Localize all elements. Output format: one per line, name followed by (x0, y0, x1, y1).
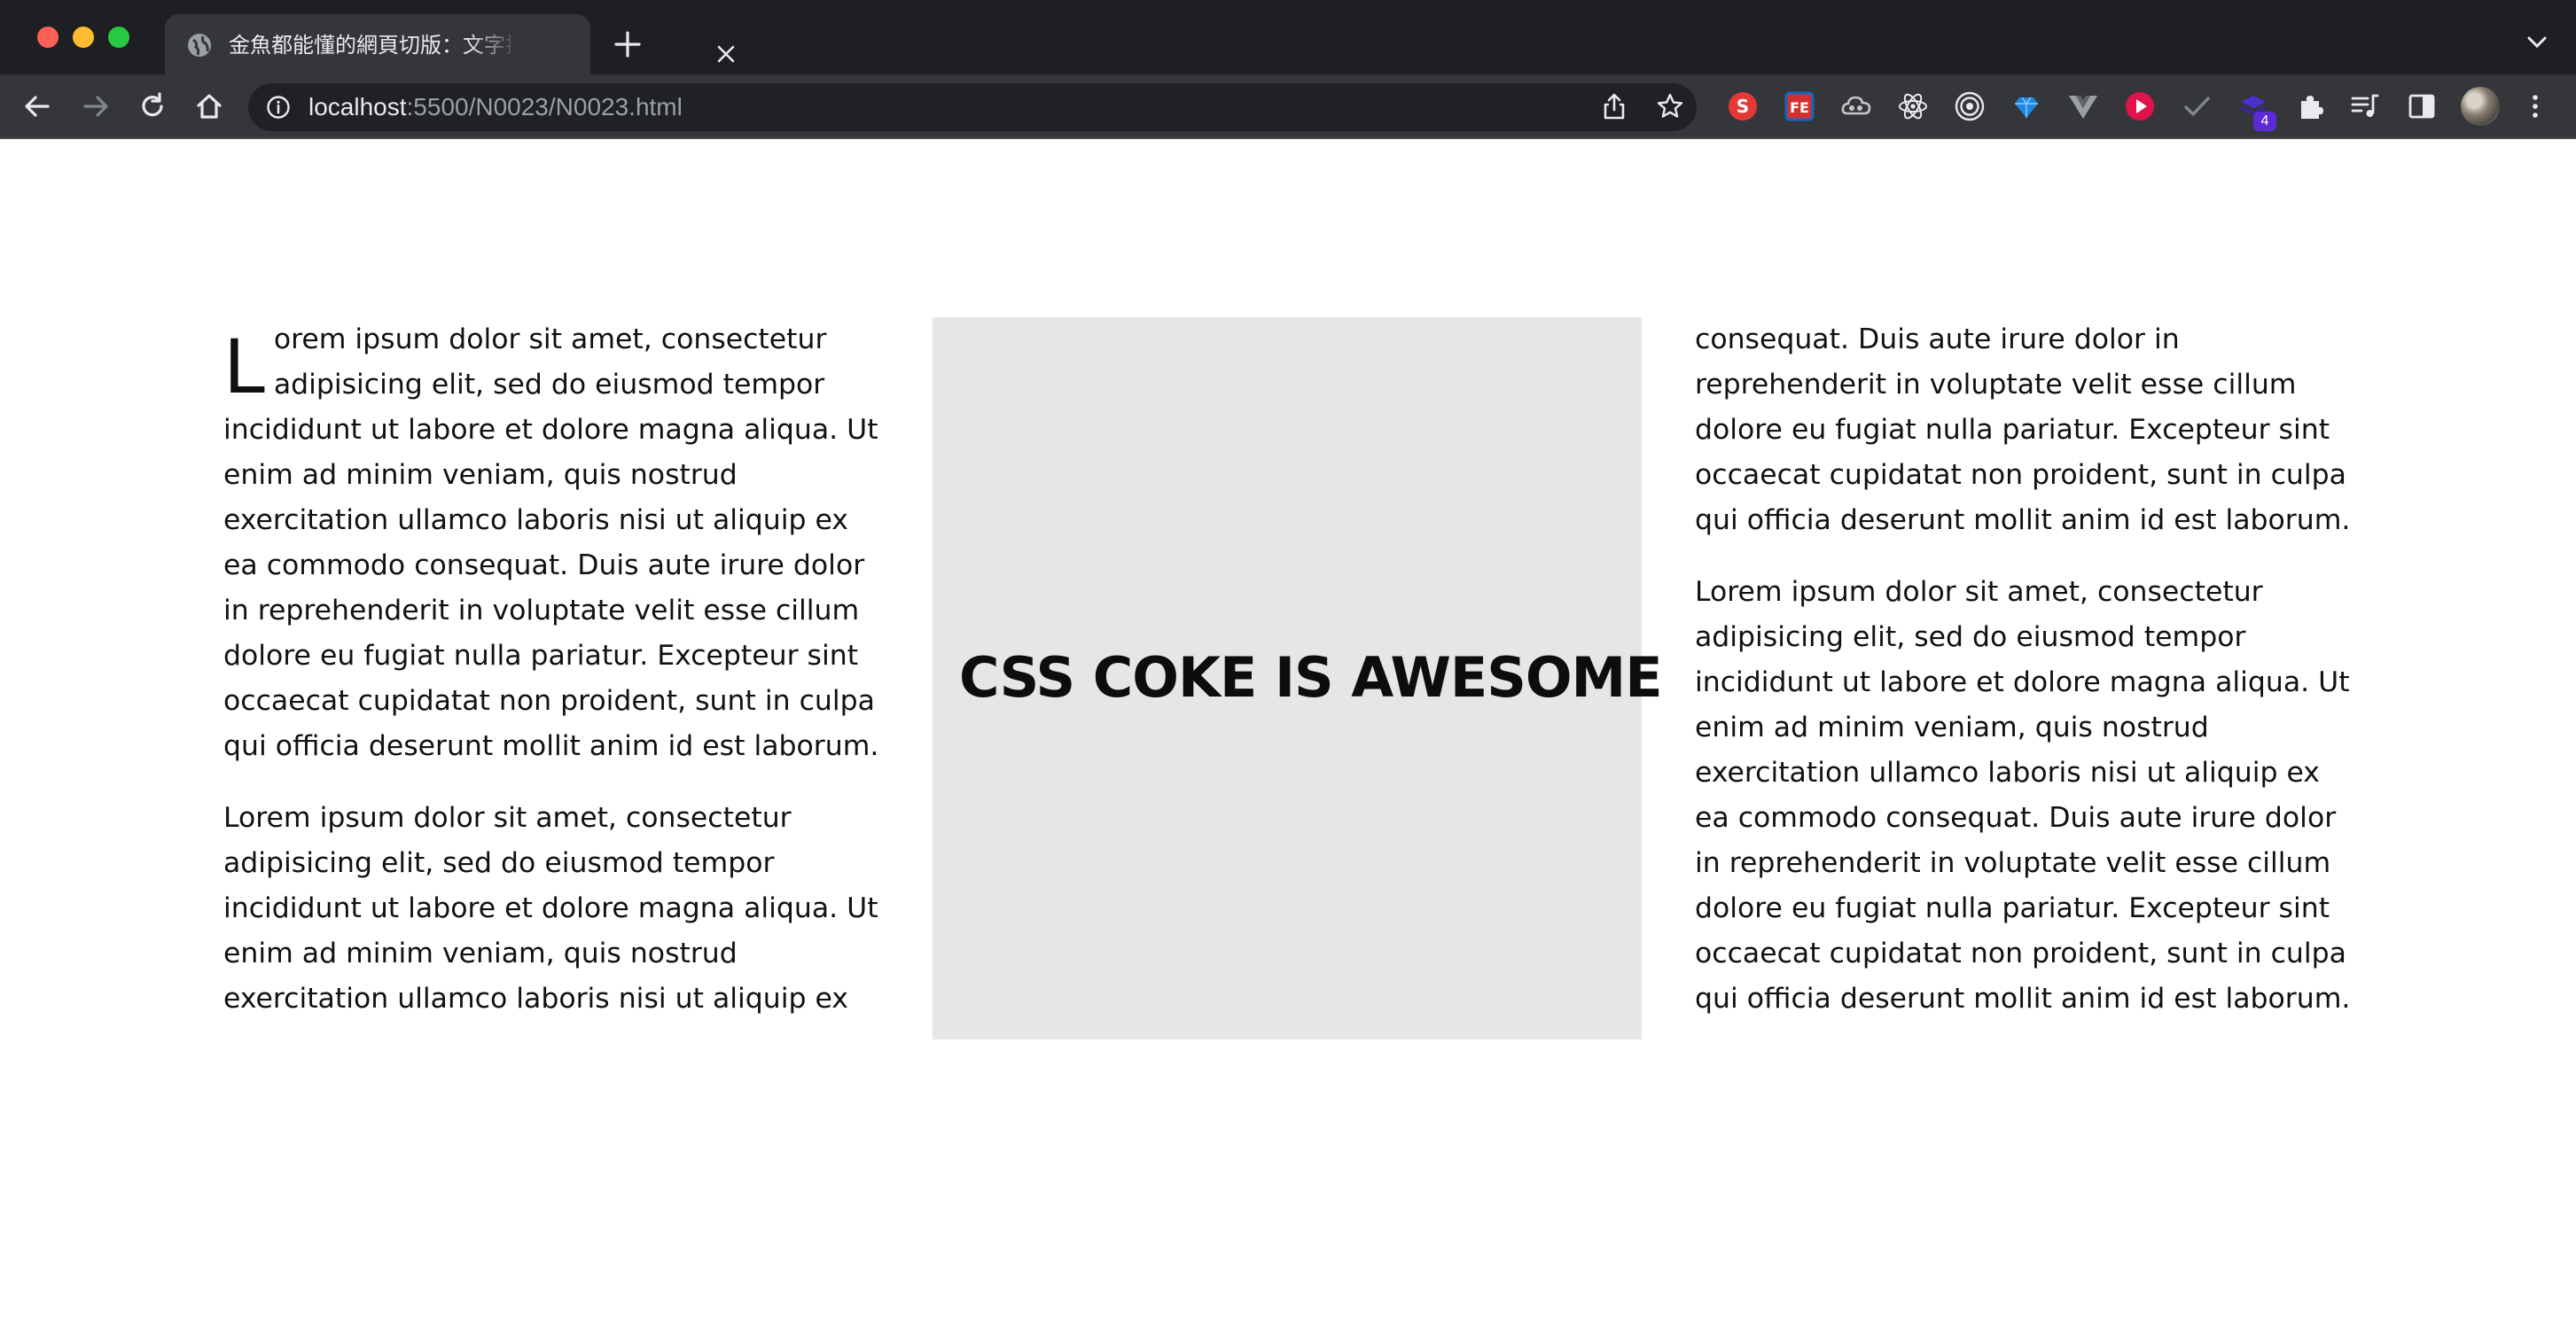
play-extension-icon[interactable] (2124, 90, 2156, 122)
close-window-button[interactable] (37, 27, 59, 48)
featured-heading-box: CSS COKE IS AWESOME (933, 317, 1663, 1039)
featured-heading: CSS COKE IS AWESOME (959, 645, 1663, 710)
svg-text:S: S (1737, 96, 1749, 117)
react-devtools-icon[interactable] (1897, 90, 1929, 122)
info-icon[interactable] (266, 95, 291, 120)
star-icon[interactable] (1656, 92, 1684, 121)
right-paragraph-2: Lorem ipsum dolor sit amet, consectetur … (1695, 576, 2351, 1015)
minimize-window-button[interactable] (73, 27, 94, 48)
extension-count-badge: 4 (2253, 112, 2276, 131)
extension-s-icon[interactable]: S (1727, 90, 1759, 122)
target-extension-icon[interactable] (1954, 90, 1986, 122)
share-icon[interactable] (1601, 92, 1628, 121)
gem-extension-icon[interactable] (2010, 90, 2042, 122)
extension-fe-icon[interactable]: FE (1784, 90, 1815, 122)
home-icon[interactable] (193, 90, 225, 122)
forward-arrow-icon[interactable] (80, 90, 112, 122)
more-menu-icon[interactable] (2519, 90, 2551, 122)
chevron-down-icon[interactable] (2526, 35, 2548, 50)
toolbar-divider (0, 137, 2576, 139)
left-text-column: Lorem ipsum dolor sit amet, consectetur … (223, 317, 890, 1022)
left-paragraph-2: Lorem ipsum dolor sit amet, consectetur … (223, 802, 878, 1015)
url-path: :5500/N0023/N0023.html (406, 93, 683, 121)
url-host: localhost (308, 93, 407, 121)
extensions-puzzle-icon[interactable] (2294, 90, 2326, 122)
browser-tab-strip: 金魚都能懂的網頁切版：文字排版 (0, 0, 2576, 74)
extension-cloud-icon[interactable] (1840, 90, 1872, 122)
right-text-column: consequat. Duis aute irure dolor in repr… (1695, 317, 2361, 1022)
right-paragraph-1: consequat. Duis aute irure dolor in repr… (1695, 323, 2351, 536)
active-tab[interactable]: 金魚都能懂的網頁切版：文字排版 (165, 14, 735, 74)
left-paragraph-2-clip: Lorem ipsum dolor sit amet, consectetur … (223, 796, 890, 1022)
vue-devtools-icon[interactable] (2067, 90, 2099, 122)
close-icon[interactable] (716, 44, 736, 64)
plus-icon[interactable] (613, 30, 642, 58)
maximize-window-button[interactable] (108, 27, 129, 48)
url-text[interactable]: localhost:5500/N0023/N0023.html (308, 90, 683, 125)
checkmark-extension-icon[interactable] (2181, 90, 2213, 122)
profile-avatar[interactable] (2461, 87, 2500, 126)
reload-icon[interactable] (137, 90, 168, 122)
drop-cap: L (223, 323, 265, 410)
tab-title-fade (466, 27, 519, 62)
reading-list-icon[interactable] (2349, 90, 2381, 122)
svg-text:FE: FE (1790, 99, 1809, 116)
side-panel-icon[interactable] (2406, 90, 2438, 122)
left-paragraph-1: Lorem ipsum dolor sit amet, consectetur … (223, 317, 890, 769)
globe-icon (188, 34, 211, 57)
back-arrow-icon[interactable] (21, 90, 53, 122)
left-paragraph-1-text: orem ipsum dolor sit amet, consectetur a… (223, 323, 879, 762)
